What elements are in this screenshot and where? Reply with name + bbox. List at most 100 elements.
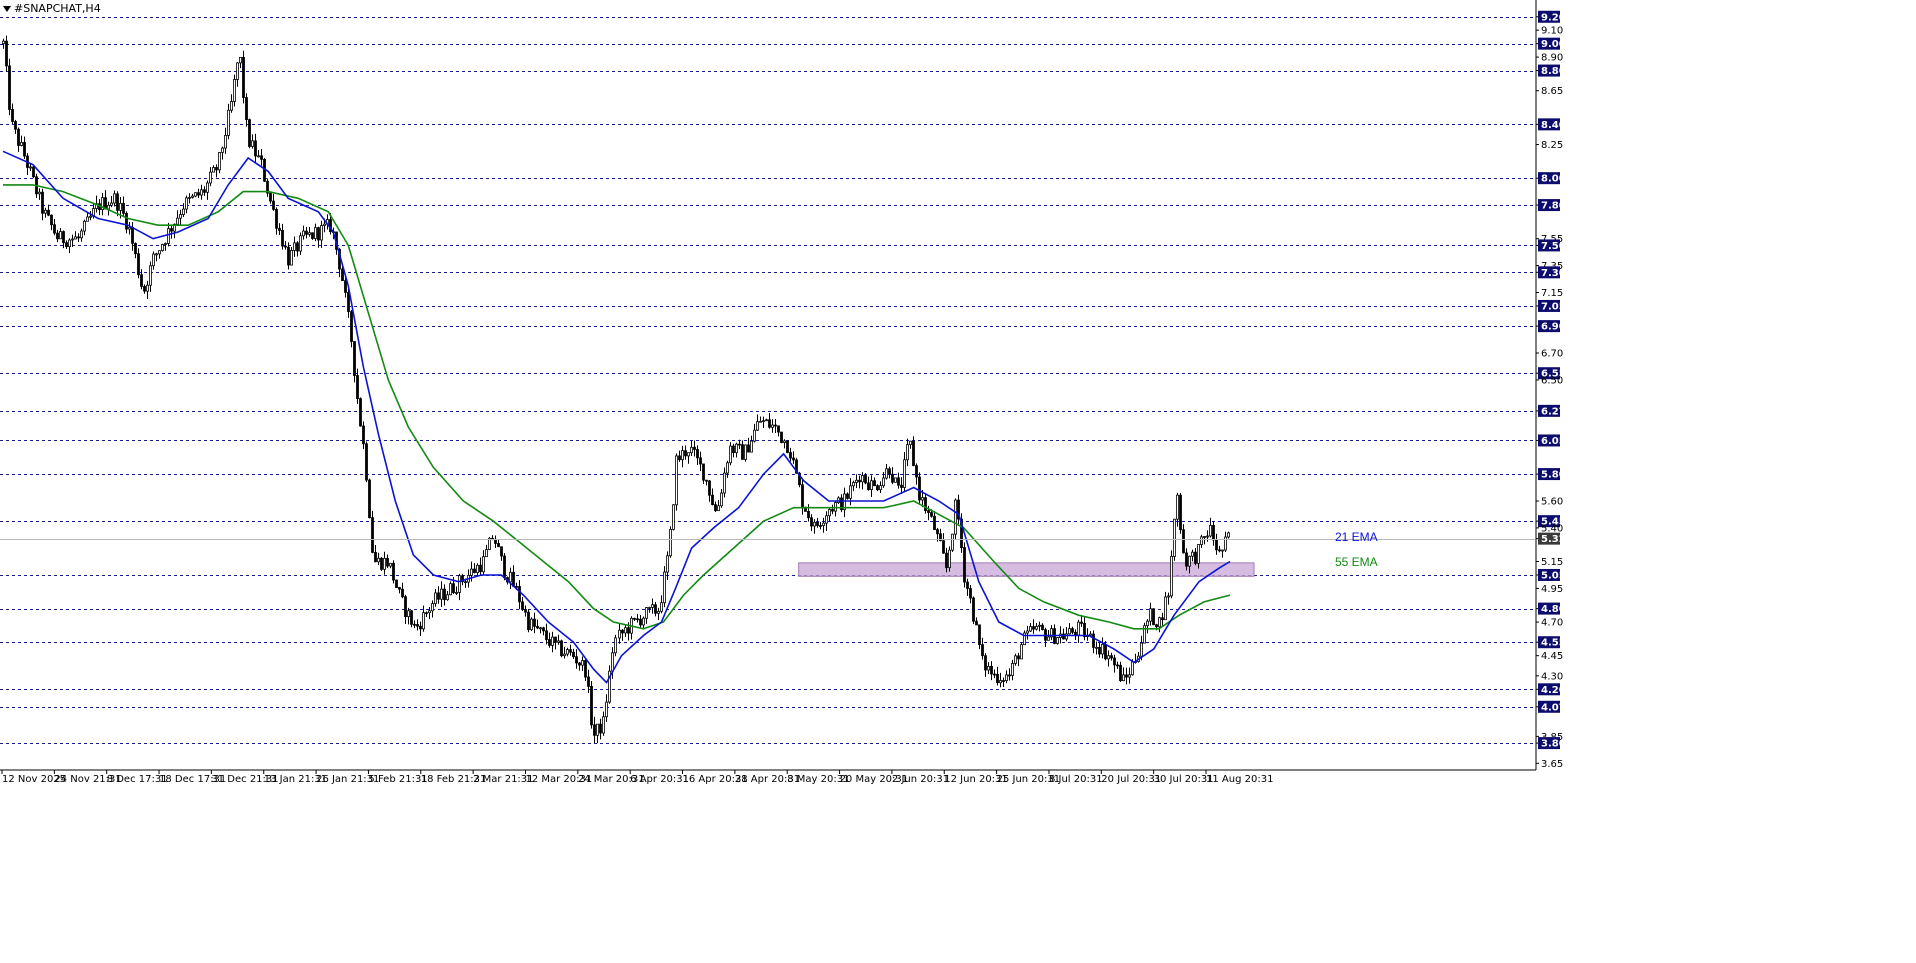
candle-body	[482, 556, 485, 573]
candle-body	[1008, 674, 1011, 677]
price-tick-label: 4.95	[1541, 584, 1563, 595]
candle-body	[1080, 621, 1083, 624]
candle-body	[239, 56, 242, 64]
candle-body	[747, 444, 750, 453]
candle-body	[1113, 657, 1116, 666]
candle-body	[218, 151, 221, 171]
candle-body	[77, 236, 80, 239]
candle-body	[774, 424, 777, 427]
candle-body	[1056, 637, 1059, 644]
candle-body	[675, 455, 678, 506]
time-axis[interactable]: 12 Nov 202524 Nov 21:318 Dec 17:3118 Dec…	[1, 770, 1273, 785]
candle-body	[711, 494, 714, 506]
candle-body	[969, 588, 972, 599]
candle-body	[975, 620, 978, 626]
candle-body	[449, 583, 452, 596]
candle-body	[146, 284, 149, 292]
candle-body	[176, 217, 179, 225]
candle-body	[575, 656, 578, 664]
candle-body	[47, 209, 50, 216]
candle-body	[900, 484, 903, 488]
dropdown-triangle-icon[interactable]	[3, 5, 11, 12]
candle-body	[377, 557, 380, 563]
price-tick-label: 7.80	[1541, 201, 1566, 212]
ema21-label: 21 EMA	[1335, 530, 1378, 544]
price-chart[interactable]: 9.20 9.10 9.00 8.90 8.80 8.65 8.40 8.25 8.00 7.80…	[0, 0, 1916, 963]
candle-body	[1119, 664, 1122, 682]
candle-body	[918, 476, 921, 501]
price-tick-label: 9.00	[1541, 39, 1566, 50]
candle-body	[569, 649, 572, 653]
candle-body	[440, 588, 443, 600]
candle-body	[602, 716, 605, 734]
candle-body	[999, 680, 1002, 684]
price-tick-label: 4.55	[1541, 638, 1566, 649]
price-tick-label: 6.05	[1541, 436, 1566, 447]
candle-body	[59, 231, 62, 240]
candle-body	[1179, 494, 1182, 531]
price-tick-label: 5.80	[1541, 470, 1566, 481]
candle-body	[71, 238, 74, 241]
candle-body	[371, 517, 374, 553]
candle-body	[1077, 621, 1080, 636]
candle-body	[1122, 674, 1125, 682]
price-tick-label: 5.60	[1541, 496, 1563, 507]
candle-body	[951, 533, 954, 551]
candle-body	[663, 571, 666, 604]
candle-body	[1047, 636, 1050, 641]
candle-body	[873, 480, 876, 487]
price-tick-label: 5.05	[1541, 570, 1566, 581]
candle-body	[627, 627, 630, 634]
candle-body	[116, 193, 119, 211]
price-tick-label: 6.70	[1541, 349, 1563, 360]
candle-body	[221, 147, 224, 153]
candle-body	[422, 612, 425, 630]
candle-body	[618, 629, 621, 639]
candle-body	[350, 311, 353, 342]
candle-body	[14, 121, 17, 130]
price-tick-label: 6.90	[1541, 322, 1566, 333]
candle-body	[885, 468, 888, 479]
candle-body	[1026, 630, 1029, 634]
candle-body	[203, 189, 206, 193]
candle-body	[500, 546, 503, 557]
candle-body	[1224, 536, 1227, 551]
chart-title[interactable]: #SNAPCHAT,H4	[3, 2, 101, 15]
candle-body	[942, 540, 945, 554]
candle-body	[353, 341, 356, 376]
candle-body	[596, 723, 599, 736]
candle-body	[224, 135, 227, 149]
candle-body	[410, 610, 413, 625]
candle-body	[642, 617, 645, 626]
candle-body	[41, 191, 44, 214]
candle-body	[1014, 655, 1017, 664]
candle-body	[1146, 620, 1149, 627]
candle-body	[966, 581, 969, 589]
candle-body	[170, 228, 173, 232]
price-tick-label: 7.05	[1541, 301, 1566, 312]
candle-body	[128, 226, 131, 230]
candle-body	[359, 398, 362, 427]
candle-body	[786, 440, 789, 453]
price-tick-label: 4.07	[1541, 702, 1566, 713]
candle-body	[404, 596, 407, 618]
price-tick-label: 8.25	[1541, 140, 1563, 151]
candle-body	[572, 651, 575, 658]
candle-body	[858, 479, 861, 483]
candle-body	[1155, 624, 1158, 628]
candle-body	[1203, 536, 1206, 538]
candle-body	[1104, 644, 1107, 660]
candle-body	[242, 56, 245, 98]
candle-body	[20, 141, 23, 146]
candle-body	[473, 568, 476, 573]
candle-body	[864, 475, 867, 484]
price-tick-label: 8.40	[1541, 120, 1566, 131]
candle-body	[527, 611, 530, 631]
candle-body	[648, 607, 651, 609]
candle-body	[260, 155, 263, 160]
candle-body	[1098, 646, 1101, 655]
candle-body	[380, 557, 383, 570]
candle-body	[293, 242, 296, 251]
candle-body	[1071, 628, 1074, 633]
price-axis[interactable]: 9.20 9.10 9.00 8.90 8.80 8.65 8.40 8.25 8.00 7.80…	[1536, 10, 1566, 770]
